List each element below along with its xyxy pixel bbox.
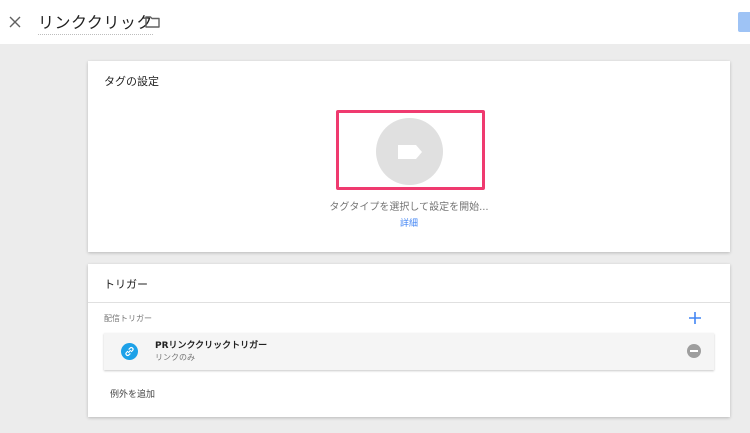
- folder-icon: [145, 16, 160, 28]
- divider: [88, 302, 730, 303]
- firing-triggers-label: 配信トリガー: [104, 314, 152, 323]
- trigger-subtitle: リンクのみ: [155, 353, 195, 362]
- trigger-row[interactable]: PRリンククリックトリガー リンクのみ: [104, 333, 714, 370]
- close-icon: [9, 16, 21, 28]
- plus-icon: [689, 312, 701, 324]
- triggering-title: トリガー: [104, 278, 148, 291]
- tag-icon: [397, 144, 422, 159]
- remove-circle-icon: [690, 350, 698, 352]
- triggering-card: トリガー 配信トリガー PRリンククリックトリガー リンクのみ 例外を追加: [88, 264, 730, 417]
- tag-type-selector[interactable]: [376, 118, 443, 185]
- tag-configuration-title: タグの設定: [104, 75, 159, 88]
- close-button[interactable]: [4, 11, 26, 33]
- remove-trigger-button[interactable]: [687, 344, 701, 358]
- tag-type-prompt: タグタイプを選択して設定を開始...: [329, 202, 489, 213]
- add-exception-link[interactable]: 例外を追加: [110, 387, 155, 400]
- top-bar: リンククリック: [0, 0, 750, 44]
- tag-configuration-card: タグの設定 タグタイプを選択して設定を開始... 詳細: [88, 61, 730, 252]
- trigger-name: PRリンククリックトリガー: [155, 341, 268, 351]
- folder-button[interactable]: [145, 13, 163, 29]
- add-trigger-button[interactable]: [686, 309, 704, 327]
- tag-name-title[interactable]: リンククリック: [38, 9, 153, 35]
- details-link[interactable]: 詳細: [88, 216, 730, 229]
- link-icon: [121, 343, 138, 360]
- save-button-edge[interactable]: [738, 12, 750, 32]
